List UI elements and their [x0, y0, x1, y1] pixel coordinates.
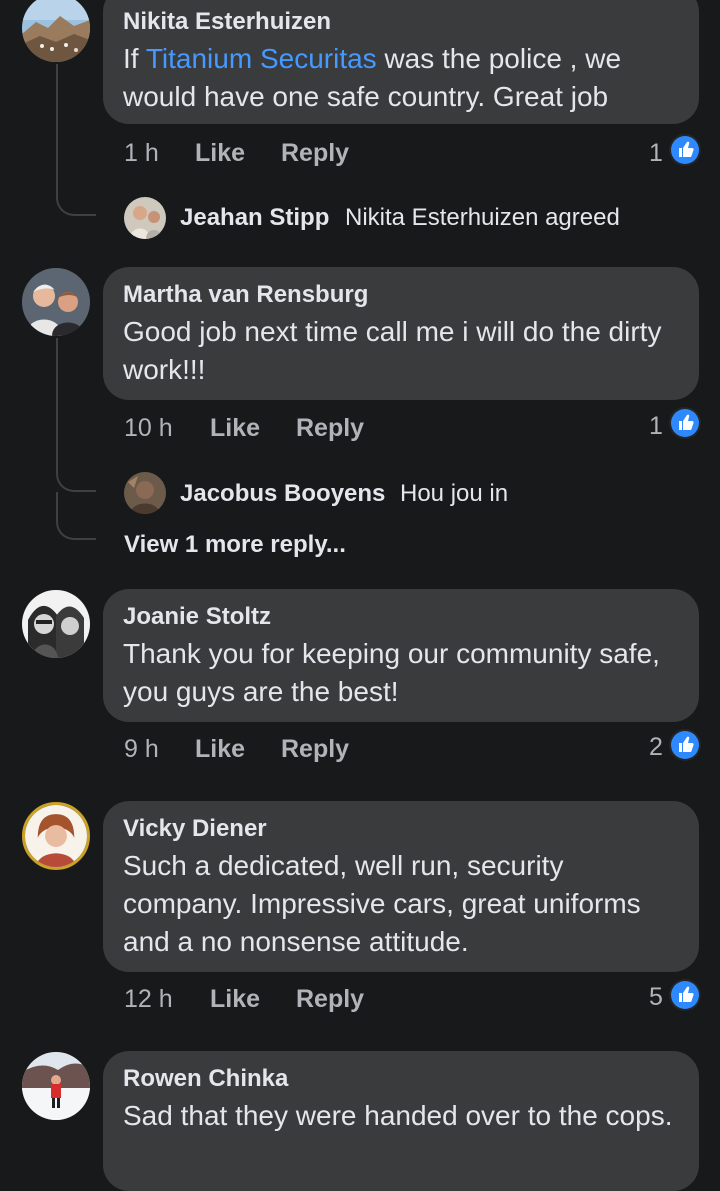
comment-author[interactable]: Martha van Rensburg	[123, 281, 368, 309]
reply-button[interactable]: Reply	[281, 735, 349, 764]
avatar[interactable]	[22, 0, 90, 62]
reply-text[interactable]: Hou jou in	[400, 480, 508, 508]
thread-line	[56, 338, 58, 466]
comment-author[interactable]: Vicky Diener	[123, 815, 267, 843]
comment-text: Thank you for keeping our community safe…	[123, 638, 660, 707]
comment-text: Sad that they were handed over to the co…	[123, 1100, 673, 1131]
comment-text-prefix: If	[123, 43, 146, 74]
avatar[interactable]	[124, 197, 166, 239]
thumbs-up-icon	[671, 731, 699, 759]
avatar[interactable]	[124, 472, 166, 514]
like-button[interactable]: Like	[210, 414, 260, 443]
thread-line	[56, 492, 58, 514]
reply-button[interactable]: Reply	[296, 414, 364, 443]
comment-time[interactable]: 1 h	[124, 139, 159, 168]
comment-bubble: Nikita Esterhuizen If Titanium Securitas…	[103, 0, 699, 124]
like-button[interactable]: Like	[195, 735, 245, 764]
thumbs-up-icon	[671, 409, 699, 437]
comment-author[interactable]: Nikita Esterhuizen	[123, 8, 331, 36]
comment-time[interactable]: 12 h	[124, 985, 173, 1014]
thumbs-up-icon	[671, 981, 699, 1009]
view-more-replies-link[interactable]: View 1 more reply...	[124, 531, 346, 559]
thumbs-up-icon	[671, 136, 699, 164]
comment-bubble: Joanie Stoltz Thank you for keeping our …	[103, 589, 699, 722]
avatar[interactable]	[22, 268, 90, 336]
thread-curve	[56, 466, 96, 492]
reply-author[interactable]: Jacobus Booyens	[180, 480, 385, 508]
like-button[interactable]: Like	[210, 985, 260, 1014]
comment-text: Good job next time call me i will do the…	[123, 316, 662, 385]
avatar[interactable]	[22, 590, 90, 658]
mention-link[interactable]: Titanium Securitas	[146, 43, 377, 74]
comment-time[interactable]: 9 h	[124, 735, 159, 764]
comment-text: If Titanium Securitas was the police , w…	[123, 40, 681, 116]
comment-author[interactable]: Joanie Stoltz	[123, 603, 271, 631]
reply-text[interactable]: Nikita Esterhuizen agreed	[345, 204, 620, 232]
thread-curve	[56, 514, 96, 540]
avatar[interactable]	[22, 802, 90, 870]
reply-button[interactable]: Reply	[296, 985, 364, 1014]
thread-curve	[56, 190, 96, 216]
reaction-count[interactable]: 1	[649, 139, 663, 168]
comment-bubble: Rowen Chinka Sad that they were handed o…	[103, 1051, 699, 1191]
comment-bubble: Vicky Diener Such a dedicated, well run,…	[103, 801, 699, 972]
like-button[interactable]: Like	[195, 139, 245, 168]
reply-button[interactable]: Reply	[281, 139, 349, 168]
reaction-count[interactable]: 2	[649, 733, 663, 762]
reaction-count[interactable]: 5	[649, 983, 663, 1012]
comment-author[interactable]: Rowen Chinka	[123, 1065, 288, 1093]
reply-author[interactable]: Jeahan Stipp	[180, 204, 329, 232]
comment-time[interactable]: 10 h	[124, 414, 173, 443]
comment-bubble: Martha van Rensburg Good job next time c…	[103, 267, 699, 400]
avatar[interactable]	[22, 1052, 90, 1120]
comment-text: Such a dedicated, well run, security com…	[123, 850, 641, 957]
reaction-count[interactable]: 1	[649, 412, 663, 441]
thread-line	[56, 64, 58, 192]
